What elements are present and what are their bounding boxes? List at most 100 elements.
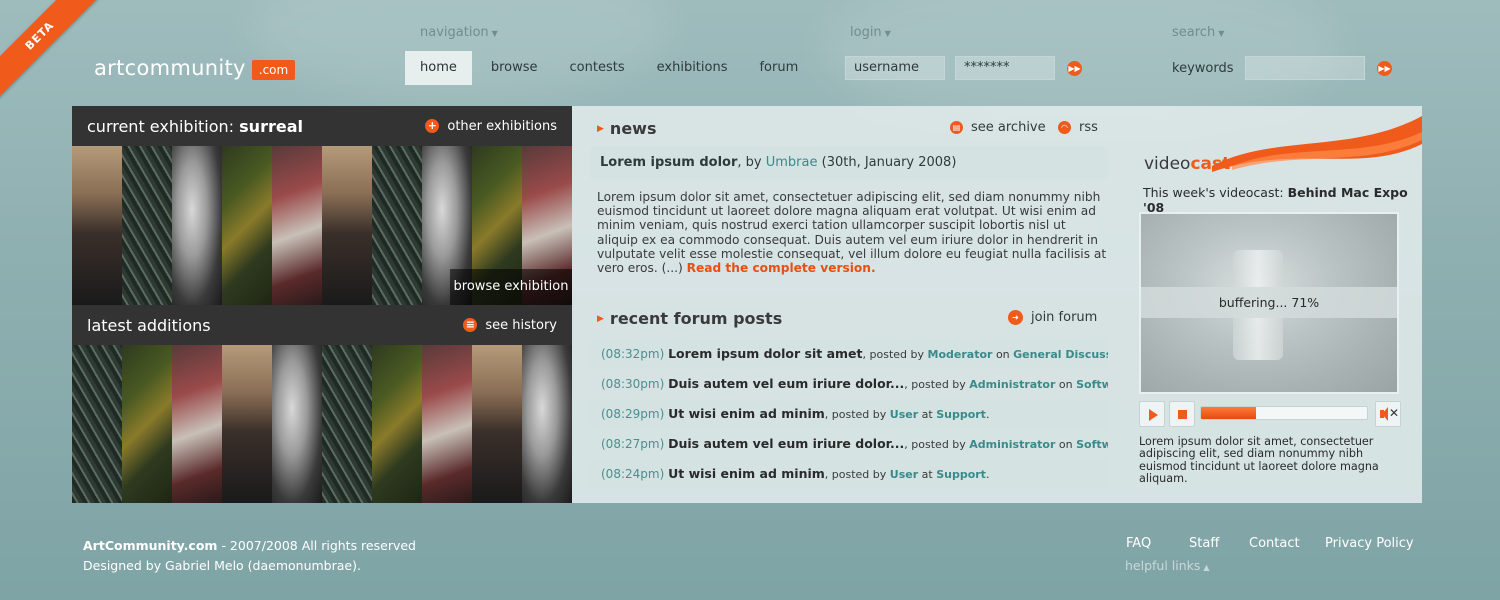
forum-post-row[interactable]: (08:29pm) Ut wisi enim ad minim, posted … bbox=[590, 399, 1108, 429]
artwork-thumbnail[interactable] bbox=[272, 345, 322, 503]
navigation-label[interactable]: navigation ▼ bbox=[420, 25, 498, 40]
footer-link-contact[interactable]: Contact bbox=[1249, 536, 1300, 551]
videocast-title-a: video bbox=[1144, 154, 1191, 174]
artwork-thumbnail[interactable] bbox=[522, 345, 572, 503]
nav-exhibitions[interactable]: exhibitions bbox=[642, 51, 743, 85]
mute-button[interactable]: ✕ bbox=[1375, 401, 1401, 427]
nav-forum[interactable]: forum bbox=[744, 51, 813, 85]
news-heading: ▶ news bbox=[597, 119, 656, 138]
post-forum-link[interactable]: Support bbox=[936, 408, 986, 421]
news-headline-bar[interactable]: Lorem ipsum dolor, by Umbrae (30th, Janu… bbox=[590, 147, 1108, 179]
artwork-thumbnail[interactable] bbox=[72, 345, 122, 503]
video-player[interactable]: buffering... 71% bbox=[1139, 212, 1399, 394]
artwork-thumbnail[interactable] bbox=[72, 146, 122, 305]
buffering-status: buffering... 71% bbox=[1141, 287, 1397, 318]
see-archive-link[interactable]: ▤ see archive bbox=[950, 120, 1046, 135]
join-forum-link[interactable]: ➜ join forum bbox=[1008, 310, 1097, 325]
post-prep: at bbox=[918, 468, 937, 481]
caret-up-icon: ▲ bbox=[1203, 563, 1210, 572]
footer-site-name[interactable]: ArtCommunity.com bbox=[83, 538, 217, 553]
post-user-link[interactable]: Moderator bbox=[928, 348, 993, 361]
stop-icon bbox=[1178, 410, 1187, 419]
login-label-text: login bbox=[850, 25, 882, 40]
post-forum-link[interactable]: General Discussion bbox=[1013, 348, 1108, 361]
videocast-week-prefix: This week's videocast: bbox=[1143, 185, 1288, 200]
news-author-link[interactable]: Umbrae bbox=[766, 155, 818, 170]
post-title[interactable]: Duis autem vel eum iriure dolor... bbox=[668, 376, 904, 391]
play-button[interactable] bbox=[1139, 401, 1165, 427]
nav-contests[interactable]: contests bbox=[555, 51, 640, 85]
rss-link[interactable]: ◠ rss bbox=[1058, 120, 1098, 135]
post-forum-link[interactable]: Support bbox=[936, 468, 986, 481]
post-user-link[interactable]: User bbox=[890, 468, 918, 481]
browse-exhibition-button[interactable]: browse exhibition bbox=[450, 269, 572, 305]
posted-by-text: , posted by bbox=[862, 348, 928, 361]
footer-rights: - 2007/2008 All rights reserved bbox=[217, 538, 416, 553]
nav-home[interactable]: home bbox=[405, 51, 472, 85]
post-title[interactable]: Duis autem vel eum iriure dolor... bbox=[668, 436, 904, 451]
news-body: Lorem ipsum dolor sit amet, consectetuer… bbox=[597, 190, 1107, 275]
posted-by-text: , posted by bbox=[824, 468, 890, 481]
artwork-thumbnail[interactable] bbox=[472, 345, 522, 503]
forum-post-row[interactable]: (08:24pm) Ut wisi enim ad minim, posted … bbox=[590, 459, 1108, 489]
login-submit-button[interactable]: ▶▶ bbox=[1067, 61, 1082, 76]
forum-heading-text: recent forum posts bbox=[609, 309, 783, 328]
news-headline[interactable]: Lorem ipsum dolor bbox=[600, 155, 737, 170]
arrow-right-icon: ▶ bbox=[597, 123, 604, 134]
main-nav: home browse contests exhibitions forum bbox=[405, 51, 813, 85]
exhibition-title-name: surreal bbox=[239, 116, 303, 136]
artwork-thumbnail[interactable] bbox=[322, 345, 372, 503]
helpful-links-toggle[interactable]: helpful links ▲ bbox=[1125, 558, 1210, 573]
post-user-link[interactable]: User bbox=[890, 408, 918, 421]
plus-icon: + bbox=[425, 119, 440, 133]
artwork-thumbnail[interactable] bbox=[272, 146, 322, 305]
footer-link-faq[interactable]: FAQ bbox=[1126, 536, 1151, 551]
site-logo[interactable]: artcommunity .com bbox=[94, 56, 296, 80]
forum-heading: ▶ recent forum posts bbox=[597, 309, 782, 328]
password-field[interactable]: ******* bbox=[955, 56, 1055, 80]
artwork-thumbnail[interactable] bbox=[122, 345, 172, 503]
artwork-thumbnail[interactable] bbox=[372, 345, 422, 503]
other-exhibitions-link[interactable]: + other exhibitions bbox=[425, 119, 557, 134]
artwork-thumbnail[interactable] bbox=[372, 146, 422, 305]
footer-link-privacy[interactable]: Privacy Policy bbox=[1325, 536, 1414, 551]
latest-header: latest additions ≡ see history bbox=[72, 305, 572, 345]
video-progress-bar[interactable] bbox=[1200, 406, 1368, 420]
post-user-link[interactable]: Administrator bbox=[969, 378, 1055, 391]
post-title[interactable]: Lorem ipsum dolor sit amet bbox=[668, 346, 862, 361]
forum-post-row[interactable]: (08:32pm) Lorem ipsum dolor sit amet, po… bbox=[590, 339, 1108, 369]
videocast-description: Lorem ipsum dolor sit amet, consectetuer… bbox=[1139, 435, 1379, 485]
post-time: (08:24pm) bbox=[601, 467, 665, 481]
speaker-cone-icon bbox=[1382, 407, 1388, 421]
artwork-thumbnail[interactable] bbox=[422, 345, 472, 503]
post-prep: on bbox=[992, 348, 1014, 361]
caret-down-icon: ▼ bbox=[491, 29, 498, 38]
search-label[interactable]: search ▼ bbox=[1172, 25, 1224, 40]
artwork-thumbnail[interactable] bbox=[172, 345, 222, 503]
username-field[interactable]: username bbox=[845, 56, 945, 80]
stop-button[interactable] bbox=[1169, 401, 1195, 427]
artwork-thumbnail[interactable] bbox=[172, 146, 222, 305]
post-time: (08:29pm) bbox=[601, 407, 665, 421]
artwork-thumbnail[interactable] bbox=[222, 146, 272, 305]
forum-post-row[interactable]: (08:27pm) Duis autem vel eum iriure dolo… bbox=[590, 429, 1108, 459]
search-input[interactable] bbox=[1245, 56, 1365, 80]
see-history-link[interactable]: ≡ see history bbox=[463, 318, 557, 333]
read-more-link[interactable]: Read the complete version. bbox=[687, 261, 876, 275]
post-title[interactable]: Ut wisi enim ad minim bbox=[668, 466, 825, 481]
rss-label: rss bbox=[1079, 120, 1098, 135]
login-label[interactable]: login ▼ bbox=[850, 25, 891, 40]
exhibition-title-prefix: current exhibition: bbox=[87, 116, 240, 136]
footer-link-staff[interactable]: Staff bbox=[1189, 536, 1219, 551]
nav-browse[interactable]: browse bbox=[476, 51, 553, 85]
post-forum-link[interactable]: Software bbox=[1076, 378, 1108, 391]
post-forum-link[interactable]: Software bbox=[1076, 438, 1108, 451]
artwork-thumbnail[interactable] bbox=[122, 146, 172, 305]
forum-post-row[interactable]: (08:30pm) Duis autem vel eum iriure dolo… bbox=[590, 369, 1108, 399]
post-title[interactable]: Ut wisi enim ad minim bbox=[668, 406, 825, 421]
post-user-link[interactable]: Administrator bbox=[969, 438, 1055, 451]
posted-by-text: , posted by bbox=[824, 408, 890, 421]
artwork-thumbnail[interactable] bbox=[322, 146, 372, 305]
artwork-thumbnail[interactable] bbox=[222, 345, 272, 503]
search-submit-button[interactable]: ▶▶ bbox=[1377, 61, 1392, 76]
